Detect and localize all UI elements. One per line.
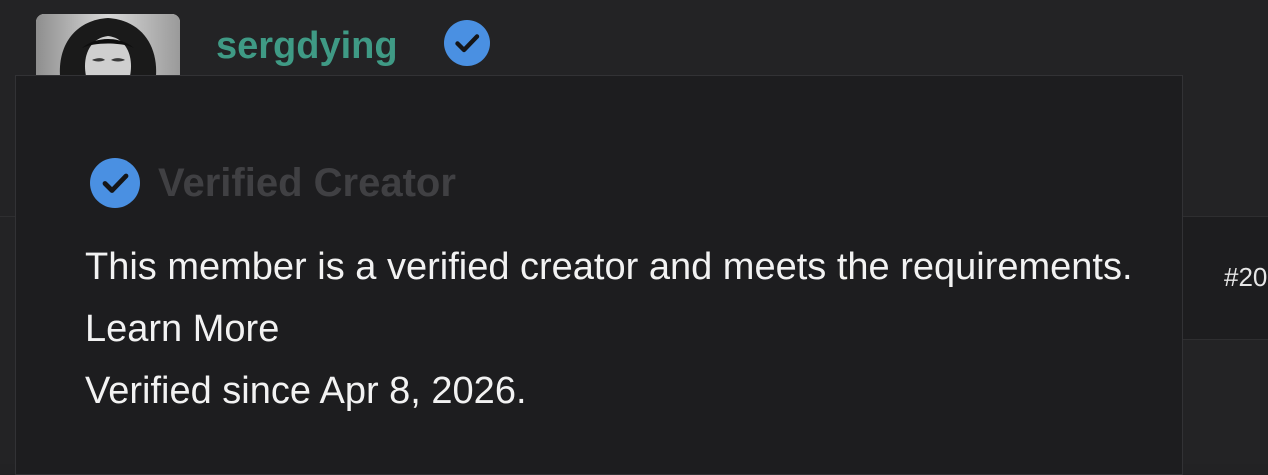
avatar[interactable] (36, 14, 180, 76)
verified-popover: Verified Creator This member is a verifi… (15, 75, 1183, 475)
popover-description: This member is a verified creator and me… (85, 246, 1133, 288)
author-username[interactable]: sergdying (216, 22, 398, 70)
avatar-photo (36, 14, 180, 76)
popover-title: Verified Creator (158, 161, 456, 205)
verified-check-icon[interactable] (444, 20, 490, 66)
popover-header: Verified Creator (90, 158, 456, 208)
post-number[interactable]: #20 (1224, 262, 1267, 293)
verified-check-icon (90, 158, 140, 208)
popover-body: This member is a verified creator and me… (85, 236, 1145, 422)
verified-since-text: Verified since Apr 8, 2026. (85, 370, 527, 412)
learn-more-link[interactable]: Learn More (85, 308, 279, 350)
